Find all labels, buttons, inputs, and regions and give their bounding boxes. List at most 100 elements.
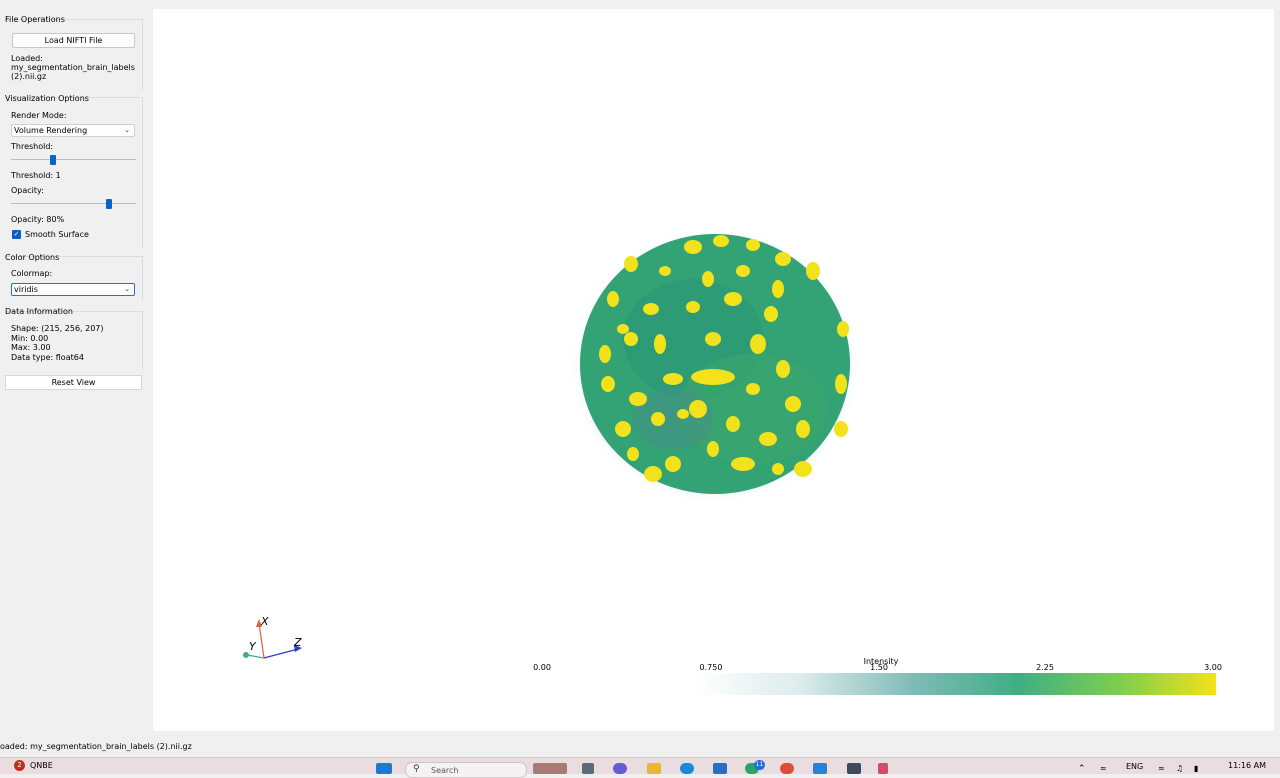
threshold-value: Threshold: 1 (11, 171, 61, 180)
vscode-icon[interactable] (813, 763, 827, 774)
edge-icon[interactable] (680, 763, 694, 774)
colorbar-tick: 1.50 (870, 663, 888, 672)
label-blob (796, 420, 810, 438)
label-blob (837, 321, 849, 337)
smooth-surface-checkbox[interactable]: ✓ (12, 230, 21, 239)
label-blob (746, 239, 760, 251)
loaded-filename-cont: (2).nii.gz (11, 72, 47, 81)
visualization-options-title: Visualization Options (5, 94, 89, 103)
control-panel: File Operations Load NIFTI File Loaded: … (0, 0, 150, 740)
label-blob (746, 383, 760, 395)
render-viewport[interactable]: X Y Z Intensity 0.00 0.750 1.50 2.25 3.0… (153, 9, 1274, 731)
render-mode-label: Render Mode: (11, 111, 67, 120)
label-blob (689, 400, 707, 418)
widget-image-icon[interactable] (533, 763, 567, 774)
threshold-label: Threshold: (11, 142, 54, 151)
label-blob (764, 306, 778, 322)
taskbar-search[interactable]: ⚲ Search (405, 762, 527, 778)
label-blob (629, 392, 647, 406)
status-bar: oaded: my_segmentation_brain_labels (2).… (0, 742, 192, 751)
colorbar-tick: 0.00 (533, 663, 551, 672)
opacity-slider-handle[interactable] (106, 199, 112, 209)
data-information-title: Data Information (5, 307, 73, 316)
colorbar-tick: 3.00 (1204, 663, 1222, 672)
store-icon[interactable] (713, 763, 727, 774)
terminal-icon[interactable] (847, 763, 861, 774)
label-blob (724, 292, 742, 306)
label-blob (627, 447, 639, 461)
colormap-select[interactable]: viridis ⌄ (11, 283, 135, 296)
data-max: Max: 3.00 (11, 343, 51, 352)
label-blob (806, 262, 820, 280)
smooth-surface-label[interactable]: Smooth Surface (25, 230, 89, 239)
label-blob (785, 396, 801, 412)
chrome-icon[interactable] (780, 763, 794, 774)
reset-view-button[interactable]: Reset View (5, 375, 142, 390)
label-blob (713, 235, 729, 247)
chevron-down-icon: ⌄ (124, 285, 130, 293)
opacity-slider-track (11, 203, 136, 204)
stock-ticker[interactable]: QNBE (30, 761, 53, 770)
app-icon[interactable] (878, 763, 888, 774)
render-mode-value: Volume Rendering (14, 126, 88, 135)
label-blob (726, 416, 740, 432)
wifi-icon[interactable]: ≈ (1158, 764, 1165, 773)
task-view-icon[interactable] (582, 763, 594, 774)
label-blob (663, 373, 683, 385)
label-blob (677, 409, 689, 419)
render-mode-select[interactable]: Volume Rendering ⌄ (11, 124, 135, 137)
data-type: Data type: float64 (11, 353, 84, 362)
volume-icon[interactable]: ♫ (1176, 764, 1183, 773)
label-blob (607, 291, 619, 307)
label-blob (794, 461, 812, 477)
threshold-slider-handle[interactable] (50, 155, 56, 165)
axis-x-label: X (260, 615, 269, 628)
label-blob (736, 265, 750, 277)
intensity-colorbar: Intensity 0.00 0.750 1.50 2.25 3.00 (533, 657, 1222, 695)
label-blob (601, 376, 615, 392)
opacity-slider[interactable] (11, 199, 136, 209)
opacity-label: Opacity: (11, 186, 44, 195)
threshold-slider-track (11, 159, 136, 160)
clock[interactable]: 11:16 AM (1228, 761, 1266, 770)
notification-badge[interactable]: 2 (14, 760, 25, 771)
label-blob (775, 252, 791, 266)
opacity-value: Opacity: 80% (11, 215, 65, 224)
label-blob (644, 466, 662, 482)
label-blob (624, 332, 638, 346)
label-blob (691, 369, 735, 385)
windows-start-icon[interactable] (376, 763, 392, 774)
battery-icon[interactable]: ▮ (1194, 764, 1198, 773)
loaded-filename: my_segmentation_brain_labels (11, 63, 135, 72)
label-blob (599, 345, 611, 363)
copilot-icon[interactable] (613, 763, 627, 774)
data-min: Min: 0.00 (11, 334, 49, 343)
file-explorer-icon[interactable] (647, 763, 661, 774)
label-blob (834, 421, 848, 437)
label-blob (772, 280, 784, 298)
label-blob (759, 432, 777, 446)
label-blob (643, 303, 659, 315)
colormap-value: viridis (14, 285, 38, 294)
data-shape: Shape: (215, 256, 207) (11, 324, 104, 333)
load-nifti-button[interactable]: Load NIFTI File (12, 33, 135, 48)
language-indicator[interactable]: ENG (1126, 762, 1143, 771)
colormap-label: Colormap: (11, 269, 53, 278)
threshold-slider[interactable] (11, 155, 136, 165)
label-blob (772, 463, 784, 475)
chevron-down-icon: ⌄ (124, 126, 130, 134)
label-blob (684, 240, 702, 254)
app-badge: 11 (754, 760, 765, 770)
label-blob (731, 457, 755, 471)
network-icon[interactable]: ≈ (1100, 764, 1107, 773)
search-placeholder: Search (431, 766, 459, 775)
label-blob (654, 334, 666, 354)
label-blob (702, 271, 714, 287)
file-operations-title: File Operations (5, 15, 65, 24)
color-options-title: Color Options (5, 253, 60, 262)
label-blob (776, 360, 790, 378)
label-blob (615, 421, 631, 437)
taskbar: 2 QNBE ⚲ Search 11 ⌃ ≈ ENG ≈ ♫ ▮ 11:16 A… (0, 757, 1280, 778)
label-blob (651, 412, 665, 426)
label-blob (750, 334, 766, 354)
